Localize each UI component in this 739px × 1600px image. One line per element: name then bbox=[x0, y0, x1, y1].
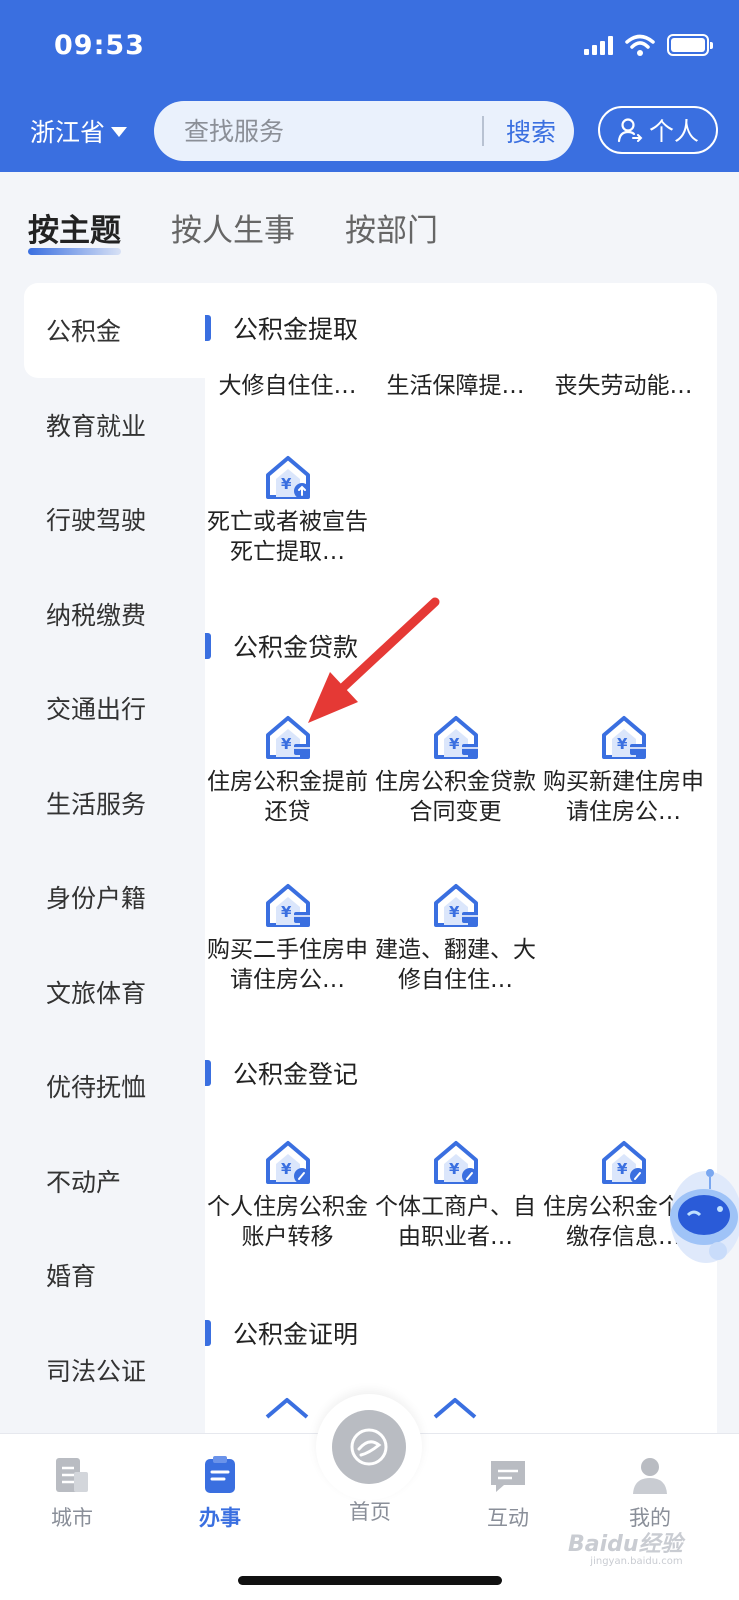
housing-fund-register-icon bbox=[433, 1141, 478, 1184]
service-item[interactable]: 丧失劳动能… bbox=[541, 371, 706, 401]
search-input[interactable] bbox=[184, 116, 474, 146]
sidebar-item-marriage[interactable]: 婚育 bbox=[0, 1228, 205, 1323]
home-indicator bbox=[238, 1576, 502, 1585]
sidebar-item-life-services[interactable]: 生活服务 bbox=[0, 756, 205, 851]
personal-label: 个人 bbox=[648, 117, 699, 146]
service-item[interactable]: 个人住房公积金账户转移 bbox=[205, 1138, 370, 1252]
sidebar-item-driving[interactable]: 行驶驾驶 bbox=[0, 472, 205, 567]
city-icon bbox=[56, 1458, 88, 1492]
tab-by-life-event[interactable]: 按人生事 bbox=[171, 205, 295, 250]
service-item[interactable]: 大修自住住… bbox=[205, 371, 370, 401]
nav-mine[interactable]: 我的 bbox=[600, 1454, 700, 1532]
service-item[interactable]: 购买二手住房申请住房公… bbox=[205, 881, 370, 995]
section-title-certificate: 公积金证明 bbox=[205, 1315, 358, 1351]
housing-fund-loan-icon bbox=[601, 716, 646, 759]
nav-home-button[interactable] bbox=[316, 1394, 422, 1500]
province-selector[interactable]: 浙江省 bbox=[30, 113, 128, 149]
service-item[interactable]: 住房公积金贷款合同变更 bbox=[373, 713, 538, 827]
service-panel: 公积金提取 大修自住住… 生活保障提… 丧失劳动能… 死亡或者被宣告死亡提取… … bbox=[205, 283, 717, 1433]
section-title-loan: 公积金贷款 bbox=[205, 628, 358, 664]
service-item[interactable]: 建造、翻建、大修自住住… bbox=[373, 881, 538, 995]
search-button[interactable]: 搜索 bbox=[506, 113, 556, 149]
tab-by-theme[interactable]: 按主题 bbox=[28, 205, 121, 255]
sidebar-item-identity[interactable]: 身份户籍 bbox=[0, 850, 205, 945]
nav-services[interactable]: 办事 bbox=[170, 1454, 270, 1532]
signal-icon bbox=[584, 35, 613, 55]
sidebar-item-judicial[interactable]: 司法公证 bbox=[0, 1323, 205, 1418]
robot-assistant-icon[interactable] bbox=[658, 1155, 739, 1285]
status-time: 09:53 bbox=[54, 30, 145, 61]
housing-fund-withdraw-icon bbox=[265, 456, 310, 499]
nav-city[interactable]: 城市 bbox=[22, 1454, 122, 1532]
house-icon-partial bbox=[265, 1398, 309, 1419]
housing-fund-loan-icon bbox=[433, 884, 478, 927]
housing-fund-register-icon bbox=[265, 1141, 310, 1184]
baidu-watermark: Baidu经验 jingyan.baidu.com bbox=[568, 1532, 683, 1567]
sidebar-item-culture-sports[interactable]: 文旅体育 bbox=[0, 945, 205, 1040]
search-divider bbox=[482, 116, 484, 146]
chat-icon bbox=[491, 1461, 525, 1492]
sidebar-item-tax[interactable]: 纳税缴费 bbox=[0, 567, 205, 662]
clipboard-icon bbox=[205, 1456, 235, 1493]
sidebar: 公积金 教育就业 行驶驾驶 纳税缴费 交通出行 生活服务 身份户籍 文旅体育 优… bbox=[0, 283, 205, 1417]
housing-fund-register-icon bbox=[601, 1141, 646, 1184]
section-title-registration: 公积金登记 bbox=[205, 1055, 358, 1091]
house-icon-partial bbox=[433, 1398, 477, 1419]
sidebar-item-housing-fund[interactable]: 公积金 bbox=[24, 283, 205, 378]
category-tabs: 按主题 按人生事 按部门 bbox=[28, 205, 488, 255]
service-item[interactable]: 购买新建住房申请住房公… bbox=[541, 713, 706, 827]
housing-fund-loan-icon bbox=[433, 716, 478, 759]
nav-interaction[interactable]: 互动 bbox=[458, 1454, 558, 1532]
caret-down-icon bbox=[111, 127, 128, 137]
service-item[interactable]: 个体工商户、自由职业者… bbox=[373, 1138, 538, 1252]
home-logo-icon bbox=[350, 1428, 388, 1466]
bottom-navigation: 城市 办事 首页 互动 我的 Baidu经验 jingyan.baidu.com bbox=[0, 1394, 739, 1600]
housing-fund-loan-icon bbox=[265, 884, 310, 927]
sidebar-item-education[interactable]: 教育就业 bbox=[0, 378, 205, 473]
section-title-withdrawal: 公积金提取 bbox=[205, 310, 358, 346]
province-label: 浙江省 bbox=[30, 118, 106, 147]
nav-home-label[interactable]: 首页 bbox=[320, 1496, 420, 1526]
user-switch-icon bbox=[617, 118, 643, 143]
battery-icon bbox=[667, 34, 713, 56]
service-item[interactable]: 生活保障提… bbox=[373, 371, 538, 401]
service-item-prepay-loan[interactable]: 住房公积金提前还贷 bbox=[205, 713, 370, 827]
user-icon bbox=[633, 1458, 667, 1494]
status-icons bbox=[584, 34, 713, 56]
personal-toggle-button[interactable]: 个人 bbox=[598, 106, 718, 154]
sidebar-item-real-estate[interactable]: 不动产 bbox=[0, 1134, 205, 1229]
service-item[interactable]: 死亡或者被宣告死亡提取… bbox=[205, 453, 370, 567]
sidebar-item-veteran[interactable]: 优待抚恤 bbox=[0, 1039, 205, 1134]
app-header: 09:53 浙江省 搜索 个人 bbox=[0, 0, 739, 172]
wifi-icon bbox=[625, 34, 655, 56]
sidebar-item-transport[interactable]: 交通出行 bbox=[0, 661, 205, 756]
search-box: 搜索 bbox=[154, 101, 574, 161]
tab-by-department[interactable]: 按部门 bbox=[345, 205, 438, 250]
housing-fund-loan-icon bbox=[265, 716, 310, 759]
